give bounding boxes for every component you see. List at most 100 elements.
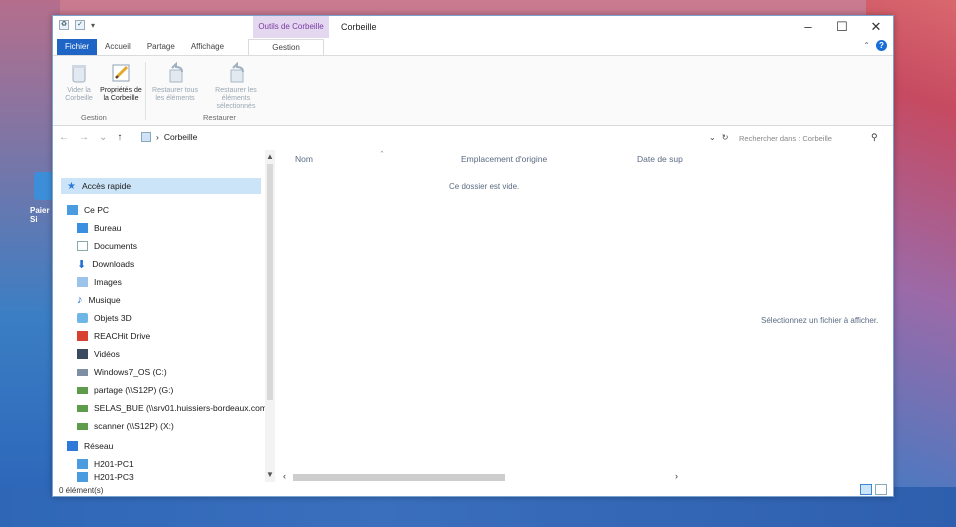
nav-scrollbar-thumb[interactable] [267, 164, 273, 400]
nav-item-videos[interactable]: Vidéos [77, 346, 120, 362]
qat-dropdown-icon[interactable]: ▾ [91, 21, 95, 30]
desktop-folder-icon [77, 223, 88, 233]
nav-item-bureau[interactable]: Bureau [77, 220, 121, 236]
nav-this-pc[interactable]: Ce PC [67, 202, 109, 218]
empty-folder-message: Ce dossier est vide. [449, 182, 520, 191]
nav-item-drive-c[interactable]: Windows7_OS (C:) [77, 364, 167, 380]
group-label-restaurer: Restaurer [203, 113, 236, 122]
help-icon[interactable]: ? [876, 40, 887, 51]
nav-item-label: REACHit Drive [94, 331, 151, 341]
item-count: 0 élément(s) [59, 486, 104, 495]
nav-item-label: Vidéos [94, 349, 120, 359]
back-arrow-icon[interactable]: ← [59, 132, 69, 143]
forward-arrow-icon[interactable]: → [79, 132, 89, 143]
nav-item-label: H201-PC1 [94, 459, 134, 469]
nav-item-drive-x[interactable]: scanner (\\S12P) (X:) [77, 418, 174, 434]
nav-item-documents[interactable]: Documents [77, 238, 137, 254]
properties-icon[interactable]: ✓ [75, 20, 85, 30]
content-pane: Nom ⌃ Emplacement d'origine Date de sup … [279, 150, 887, 482]
network-drive-icon [77, 422, 88, 430]
restore-all-button[interactable]: Restaurer tous les éléments [151, 61, 199, 103]
nav-item-label: Images [94, 277, 122, 287]
restore-selected-button[interactable]: Restaurer les éléments sélectionnés [203, 61, 269, 111]
nav-item-images[interactable]: Images [77, 274, 122, 290]
column-header-origin[interactable]: Emplacement d'origine [461, 154, 547, 164]
details-view-icon[interactable] [860, 484, 872, 495]
nav-network-pc3[interactable]: H201-PC3 [77, 472, 134, 482]
horizontal-scrollbar-thumb[interactable] [293, 474, 505, 481]
nav-item-label: Documents [94, 241, 137, 251]
computer-icon [77, 459, 88, 469]
nav-scrollbar[interactable] [265, 150, 275, 482]
ribbon-tabs: Fichier Accueil Partage Affichage Gestio… [53, 38, 893, 56]
search-icon[interactable]: ⚲ [871, 132, 878, 143]
empty-bin-icon [68, 62, 90, 84]
computer-icon [67, 205, 78, 215]
minimize-button[interactable]: – [791, 16, 825, 38]
nav-item-reachit-drive[interactable]: REACHit Drive [77, 328, 150, 344]
tab-affichage[interactable]: Affichage [183, 39, 232, 55]
tab-fichier[interactable]: Fichier [57, 39, 98, 55]
tab-gestion[interactable]: Gestion [248, 39, 325, 55]
properties-button[interactable]: Propriétés de la Corbeille [97, 62, 145, 103]
address-dropdown-icon[interactable]: ⌄ [709, 133, 716, 142]
nav-this-pc-label: Ce PC [84, 205, 110, 215]
breadcrumb[interactable]: › Corbeille [141, 132, 197, 142]
collapse-ribbon-icon[interactable]: ⌃ [863, 41, 870, 50]
horizontal-scrollbar[interactable]: ‹ › [279, 471, 689, 482]
nav-item-drive-g[interactable]: partage (\\S12P) (G:) [77, 382, 173, 398]
address-actions: ⌄ ↻ [709, 133, 728, 142]
close-button[interactable]: ✕ [859, 16, 893, 38]
scroll-right-icon[interactable]: › [675, 471, 678, 481]
refresh-icon[interactable]: ↻ [722, 133, 729, 142]
navigation-buttons: ← → ⌄ ↑ [59, 132, 122, 143]
search-input[interactable]: Rechercher dans : Corbeille [733, 132, 883, 146]
recent-dropdown-icon[interactable]: ⌄ [99, 132, 107, 143]
maximize-button[interactable]: ☐ [825, 16, 859, 38]
column-header-date[interactable]: Date de sup [637, 154, 683, 164]
network-drive-icon [77, 404, 88, 412]
breadcrumb-location[interactable]: Corbeille [164, 132, 198, 142]
scroll-left-icon[interactable]: ‹ [283, 471, 286, 481]
window-title: Corbeille [341, 22, 377, 32]
up-arrow-icon[interactable]: ↑ [117, 132, 122, 143]
nav-item-label: Downloads [92, 259, 135, 269]
scroll-down-icon[interactable]: ▼ [265, 470, 275, 479]
empty-bin-button[interactable]: Vider la Corbeille [55, 62, 103, 103]
file-explorer-window: ♻ ✓ ▾ Outils de Corbeille Corbeille – ☐ … [52, 15, 894, 497]
nav-item-label: Musique [88, 295, 121, 305]
address-bar: ← → ⌄ ↑ › Corbeille ⌄ ↻ Rechercher dans … [53, 128, 893, 150]
empty-bin-label: Vider la Corbeille [65, 87, 93, 102]
preview-pane-message: Sélectionnez un fichier à afficher. [761, 316, 879, 325]
ribbon-help-area: ⌃ ? [863, 40, 887, 51]
sort-arrow-icon: ⌃ [379, 151, 385, 158]
view-switcher [860, 484, 887, 495]
nav-network-label: Réseau [84, 441, 114, 451]
nav-network[interactable]: Réseau [67, 438, 113, 454]
breadcrumb-separator: › [156, 132, 159, 142]
reachit-drive-icon [77, 331, 88, 341]
ribbon-group-gestion: Vider la Corbeille Propriétés de la Corb… [53, 56, 143, 126]
navigation-pane: ★ Accès rapide Ce PC Bureau Documents ⬇ … [53, 150, 275, 482]
column-header-name[interactable]: Nom [295, 154, 313, 164]
nav-item-musique[interactable]: ♪ Musique [77, 292, 121, 308]
properties-label: Propriétés de la Corbeille [100, 87, 142, 102]
images-icon [77, 277, 88, 287]
nav-item-selas-bue[interactable]: SELAS_BUE (\\srv01.huissiers-bordeaux.co… [77, 400, 269, 416]
group-label-gestion: Gestion [81, 113, 107, 122]
desktop-shortcut-label: Paier Si [30, 206, 50, 224]
nav-network-pc1[interactable]: H201-PC1 [77, 456, 134, 472]
tab-accueil[interactable]: Accueil [97, 39, 139, 55]
ribbon-group-restaurer: Restaurer tous les éléments Restaurer le… [147, 56, 277, 126]
network-icon [67, 441, 78, 451]
nav-quick-access[interactable]: ★ Accès rapide [61, 178, 261, 194]
window-controls: – ☐ ✕ [791, 16, 893, 38]
scroll-up-icon[interactable]: ▲ [265, 152, 275, 161]
tab-partage[interactable]: Partage [139, 39, 183, 55]
nav-quick-access-label: Accès rapide [81, 181, 132, 191]
contextual-tab-title: Outils de Corbeille [253, 16, 329, 38]
nav-item-label: Bureau [94, 223, 122, 233]
nav-item-objets-3d[interactable]: Objets 3D [77, 310, 132, 326]
large-icons-view-icon[interactable] [875, 484, 887, 495]
nav-item-downloads[interactable]: ⬇ Downloads [77, 256, 134, 272]
